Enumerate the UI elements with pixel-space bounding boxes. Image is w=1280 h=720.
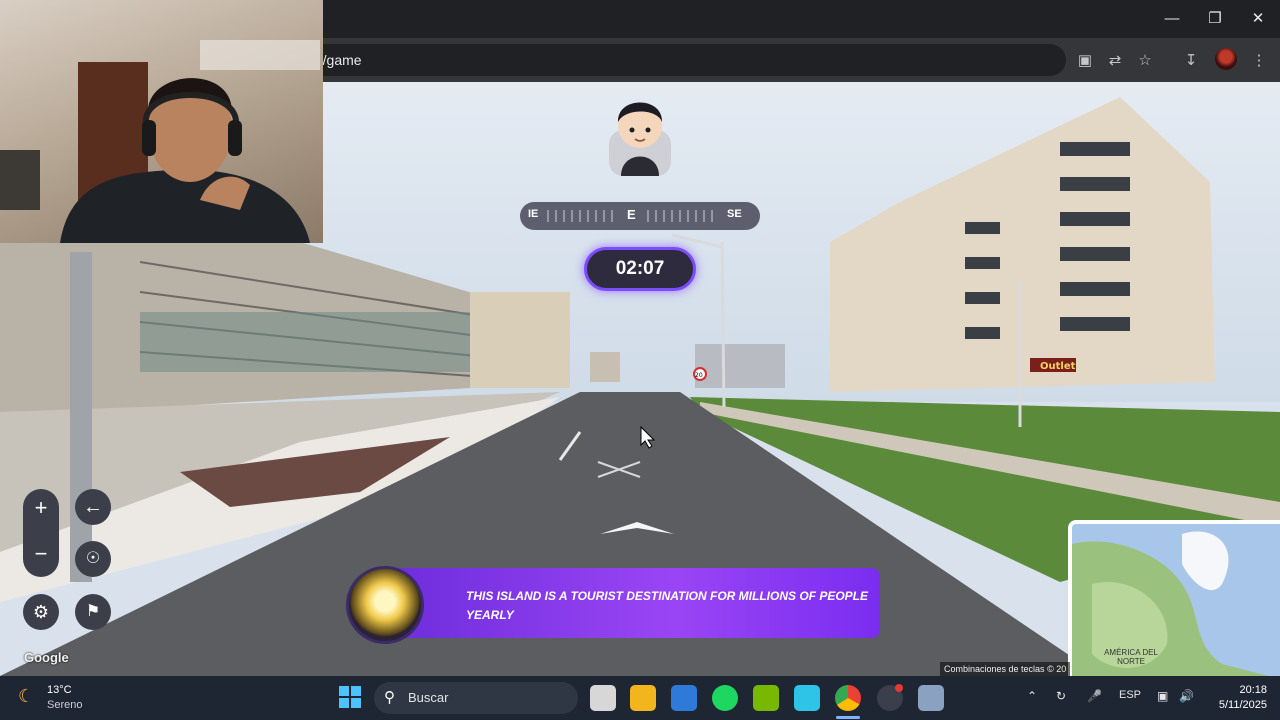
- minimize-icon[interactable]: —: [1152, 6, 1192, 32]
- clock-time: 20:18: [1239, 684, 1267, 696]
- file-explorer-icon[interactable]: [630, 685, 656, 711]
- restore-icon[interactable]: ❐: [1195, 6, 1235, 32]
- compass-strip: IE E SE: [520, 202, 760, 230]
- weather-temp[interactable]: 13°C: [47, 684, 72, 696]
- sign-post: [70, 252, 92, 582]
- zoom-in-icon[interactable]: +: [23, 490, 59, 526]
- webcam-person: [0, 40, 320, 243]
- player-avatar: [609, 102, 671, 176]
- star-icon[interactable]: ☆: [1134, 50, 1156, 72]
- zoom-out-icon[interactable]: −: [23, 536, 59, 572]
- taskbar-clock[interactable]: 20:18 5/11/2025: [1207, 683, 1267, 713]
- right-building: [830, 97, 1215, 392]
- settings-app-icon[interactable]: [918, 685, 944, 711]
- search-icon: ⚲: [384, 689, 395, 706]
- weather-desc[interactable]: Sereno: [47, 699, 82, 711]
- location-pin-icon[interactable]: ☉: [75, 541, 111, 577]
- minimap-region-label: AMÉRICA DEL NORTE: [1104, 648, 1158, 666]
- flag-icon[interactable]: ⚑: [75, 594, 111, 630]
- screen: — ❐ ✕ r/game ▣ ⇄ ☆ ↧ ⋮ Outlet 20 IE E SE…: [0, 0, 1280, 720]
- glass-facade: [140, 312, 486, 372]
- microphone-icon[interactable]: 🎤: [1087, 689, 1102, 703]
- volume-icon[interactable]: 🔊: [1179, 689, 1194, 703]
- recording-badge: [895, 684, 903, 692]
- network-icon[interactable]: ▣: [1157, 689, 1168, 703]
- chrome-icon[interactable]: [835, 685, 861, 711]
- active-app-indicator: [836, 716, 860, 719]
- webcam-overlay: [0, 0, 323, 243]
- task-view-icon[interactable]: [590, 685, 616, 711]
- language-indicator[interactable]: ESP: [1119, 689, 1141, 701]
- shop-sign-text: Outlet: [1040, 361, 1076, 372]
- round-timer: 02:07: [584, 247, 696, 291]
- distant-building: [590, 352, 620, 382]
- close-icon[interactable]: ✕: [1238, 6, 1278, 32]
- sync-icon[interactable]: ↻: [1056, 689, 1066, 703]
- chevron-up-icon[interactable]: ⌃: [1027, 689, 1037, 703]
- clock-date: 5/11/2025: [1218, 699, 1267, 711]
- settings-icon[interactable]: ⚙: [23, 594, 59, 630]
- guess-minimap[interactable]: AMÉRICA DEL NORTE: [1068, 520, 1280, 676]
- profile-icon[interactable]: [1215, 48, 1237, 70]
- distant-building: [695, 344, 785, 388]
- store-icon[interactable]: [671, 685, 697, 711]
- spotify-icon[interactable]: [712, 685, 738, 711]
- google-logo: Google: [24, 650, 69, 665]
- nvidia-icon[interactable]: [753, 685, 779, 711]
- zoom-control: + −: [23, 489, 59, 577]
- lamp-post: [720, 241, 726, 408]
- distant-building: [470, 292, 570, 388]
- install-icon[interactable]: ▣: [1074, 50, 1096, 72]
- compass-ticks: [547, 210, 713, 222]
- windows-start-icon[interactable]: [339, 686, 361, 708]
- lightbulb-icon: [346, 566, 424, 644]
- windows-taskbar: ☾ 13°C Sereno ⚲ Buscar ⌃ ↻ 🎤 ESP ▣ 🔊 20:…: [0, 676, 1280, 720]
- undo-icon[interactable]: ←: [75, 489, 111, 525]
- map-attribution[interactable]: Combinaciones de teclas © 20: [940, 662, 1071, 676]
- speed-sign-text: 20: [695, 372, 703, 379]
- url-text: r/game: [318, 52, 362, 68]
- search-placeholder: Buscar: [408, 690, 449, 705]
- menu-icon[interactable]: ⋮: [1248, 50, 1270, 72]
- taskbar-search[interactable]: ⚲ Buscar: [374, 682, 578, 714]
- hint-banner: This island is a tourist destination for…: [346, 566, 880, 644]
- download-icon[interactable]: ↧: [1180, 50, 1202, 72]
- moon-weather-icon[interactable]: ☾: [18, 686, 34, 707]
- hint-text: This island is a tourist destination for…: [466, 589, 869, 622]
- hint-bar: This island is a tourist destination for…: [366, 568, 880, 638]
- translate-icon[interactable]: ⇄: [1104, 50, 1126, 72]
- app-icon[interactable]: [794, 685, 820, 711]
